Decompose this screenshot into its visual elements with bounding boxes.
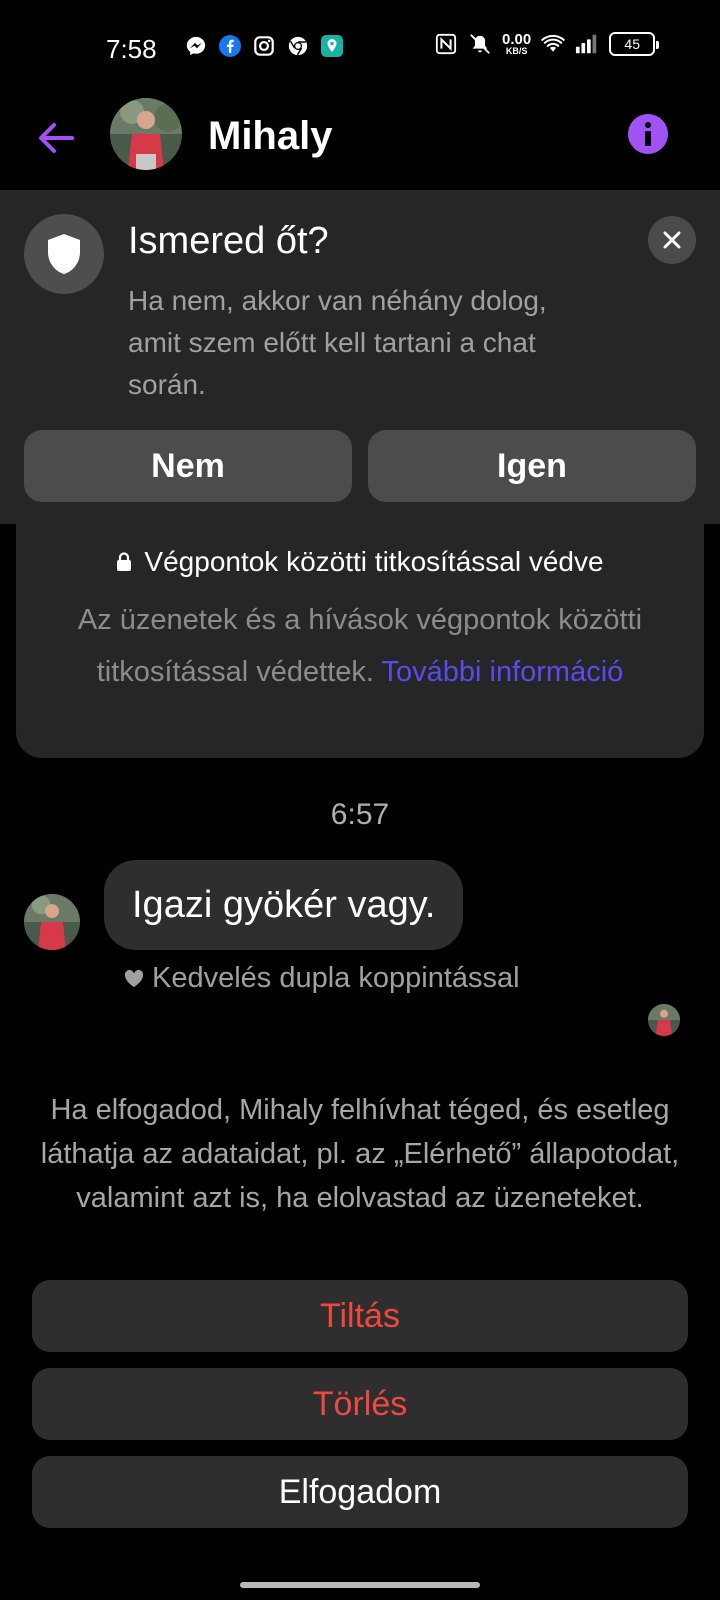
close-icon xyxy=(663,231,681,249)
sender-photo xyxy=(24,894,80,950)
shield-icon xyxy=(48,234,80,274)
status-bar: 7:58 0.00 KB/S 45 xyxy=(0,0,720,96)
safety-description: Ha nem, akkor van néhány dolog, amit sze… xyxy=(128,285,547,400)
safety-title: Ismered őt? xyxy=(128,220,329,262)
signal-icon xyxy=(575,32,599,56)
block-button[interactable]: Tiltás xyxy=(32,1280,688,1352)
maps-icon xyxy=(320,34,344,58)
safety-prompt-card: Ismered őt? Ha nem, akkor van néhány dol… xyxy=(0,190,720,524)
home-indicator[interactable] xyxy=(240,1582,480,1588)
no-button[interactable]: Nem xyxy=(24,430,352,502)
back-button[interactable] xyxy=(32,114,80,162)
encryption-title-row: Végpontok közötti titkosítással védve xyxy=(16,546,704,578)
profile-photo xyxy=(110,98,182,170)
yes-button[interactable]: Igen xyxy=(368,430,696,502)
messenger-icon xyxy=(184,34,208,58)
accept-button[interactable]: Elfogadom xyxy=(32,1456,688,1528)
status-app-icons xyxy=(184,34,344,58)
info-icon xyxy=(645,122,651,146)
close-button[interactable] xyxy=(648,216,696,264)
arrow-left-icon xyxy=(39,123,74,153)
facebook-icon xyxy=(218,34,242,58)
contact-name[interactable]: Mihaly xyxy=(208,114,332,159)
delete-button[interactable]: Törlés xyxy=(32,1368,688,1440)
heart-icon xyxy=(124,969,144,987)
encryption-title: Végpontok közötti titkosítással védve xyxy=(144,546,604,577)
nfc-icon xyxy=(434,32,458,56)
more-info-link[interactable]: További információ xyxy=(382,656,624,688)
info-button[interactable] xyxy=(628,114,668,154)
instagram-icon xyxy=(252,34,276,58)
seen-photo xyxy=(648,1004,680,1036)
chat-header: Mihaly xyxy=(0,96,720,192)
like-hint: Kedvelés dupla koppintással xyxy=(124,962,520,995)
shield-badge xyxy=(24,214,104,294)
sender-avatar[interactable] xyxy=(24,894,80,950)
status-time: 7:58 xyxy=(106,34,157,64)
encryption-notice: Végpontok közötti titkosítással védve Az… xyxy=(16,520,704,758)
wifi-icon xyxy=(541,32,565,56)
chrome-icon xyxy=(286,34,310,58)
seen-indicator-avatar xyxy=(648,1004,680,1036)
status-system-icons: 0.00 KB/S 45 xyxy=(434,31,660,56)
battery-icon: 45 xyxy=(609,32,660,56)
message-bubble[interactable]: Igazi gyökér vagy. xyxy=(104,860,464,950)
encryption-description: Az üzenetek és a hívások végpontok közöt… xyxy=(77,604,643,688)
lock-icon xyxy=(117,552,132,571)
avatar[interactable] xyxy=(110,98,182,170)
mute-bell-icon xyxy=(468,32,492,56)
network-speed: 0.00 KB/S xyxy=(502,31,532,56)
request-notice: Ha elfogadod, Mihaly felhívhat téged, és… xyxy=(40,1094,680,1214)
message-timestamp: 6:57 xyxy=(330,798,390,831)
